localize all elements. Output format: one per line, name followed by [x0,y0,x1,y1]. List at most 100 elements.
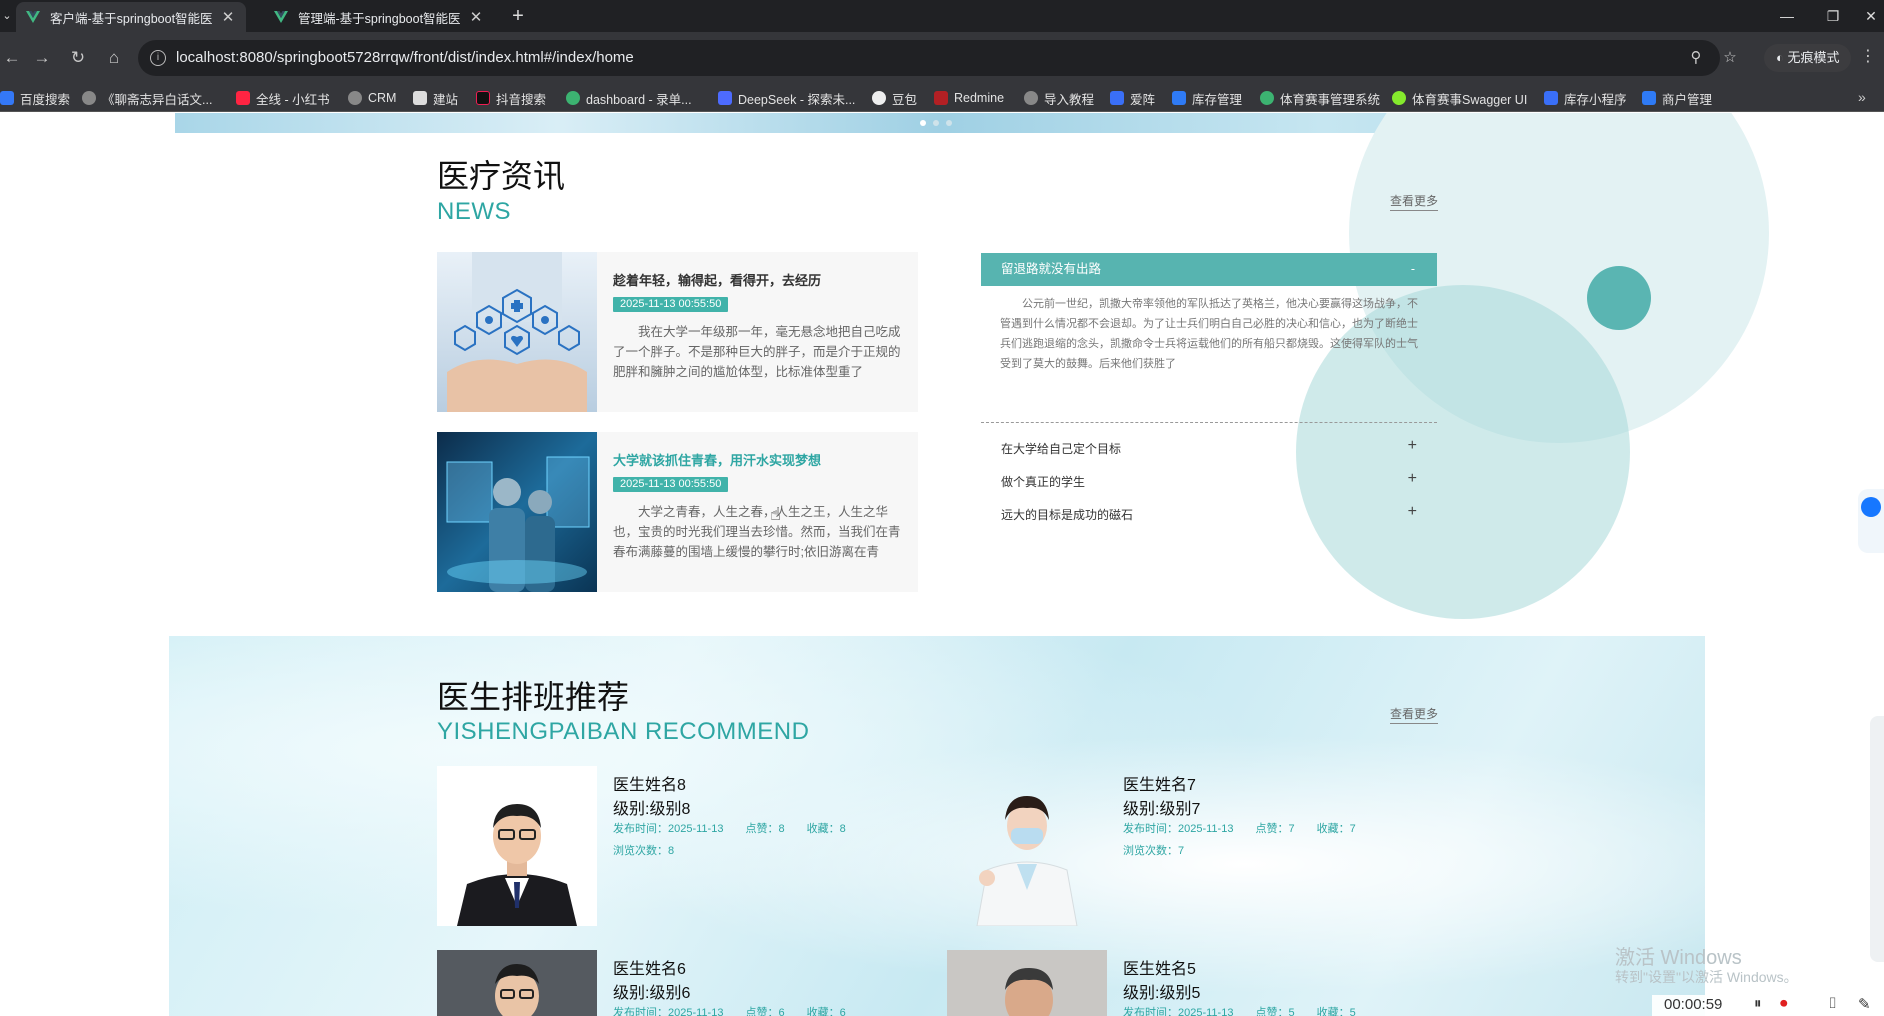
incognito-icon: ◐ [1776,50,1788,65]
back-arrow-icon[interactable]: ← [0,46,24,70]
window-close-button[interactable]: ✕ [1848,0,1884,32]
bookmark-item[interactable]: 体育赛事管理系统 [1260,89,1380,107]
doctor-photo[interactable] [947,950,1107,1016]
address-toolbar: ← → ↻ ⌂ i localhost:8080/springboot5728r… [0,32,1884,84]
carousel-dot[interactable] [946,120,952,126]
news-date-badge: 2025-11-13 00:55:50 [613,297,729,312]
screen-recorder-bar: 00:00:59 ⏸ ⏺ ⌷ ✎ [1652,995,1884,1016]
accordion-item[interactable]: 做个真正的学生 + [1001,470,1417,490]
incognito-indicator[interactable]: ◐ 无痕模式 [1764,44,1852,72]
stop-record-icon[interactable]: ⏺ [1780,995,1788,1012]
doctor-level: 级别:级别5 [1123,985,1201,1002]
doctor-meta: 发布时间：2025-11-13 点赞：7 收藏：7 [1123,823,1356,835]
bookmark-item[interactable]: 爱阵 [1110,89,1155,107]
doctor-photo[interactable] [947,766,1107,926]
close-icon[interactable]: ✕ [468,8,484,26]
divider [981,422,1437,423]
site-info-icon[interactable]: i [150,50,166,66]
floating-chat-widget[interactable] [1858,489,1884,553]
doctor-name[interactable]: 医生姓名5 [1123,955,1196,979]
news-image [437,432,597,592]
doctor-level: 级别:级别6 [613,985,691,1002]
camera-icon[interactable]: ⌷ [1828,995,1837,1012]
expand-plus-icon[interactable]: + [1408,470,1417,488]
news-card[interactable]: 大学就该抓住青春，用汗水实现梦想 2025-11-13 00:55:50 大学之… [437,432,918,592]
carousel-dot[interactable] [920,120,926,126]
bookmark-item[interactable]: 抖音搜索 [476,89,546,107]
accordion-content: 公元前一世纪，凯撒大帝率领他的军队抵达了英格兰，他决心要赢得这场战争，不管遇到什… [1000,298,1418,370]
news-title[interactable]: 大学就该抓住青春，用汗水实现梦想 [613,450,821,469]
news-card[interactable]: 趁着年轻，输得起，看得开，去经历 2025-11-13 00:55:50 我在大… [437,252,918,412]
bookmark-item[interactable]: dashboard - 录单... [566,89,692,107]
decorative-circle [1587,266,1651,330]
bookmark-item[interactable]: 百度搜索 [0,89,70,107]
expand-plus-icon[interactable]: + [1408,503,1417,521]
bookmark-item[interactable]: 库存管理 [1172,89,1242,107]
doctor-section-subtitle: YISHENGPAIBAN RECOMMEND [437,718,810,745]
bookmark-item[interactable]: 导入教程 [1024,89,1094,107]
doctor-name[interactable]: 医生姓名7 [1123,771,1196,795]
doctor-section-background [169,636,1705,1016]
doctor-meta: 发布时间：2025-11-13 点赞：5 收藏：5 [1123,1007,1356,1016]
url-text[interactable]: localhost:8080/springboot5728rrqw/front/… [176,49,634,66]
reload-icon[interactable]: ↻ [66,46,90,70]
bookmark-item[interactable]: 豆包 [872,89,917,107]
news-date-badge: 2025-11-13 00:55:50 [613,477,729,492]
doctor-name[interactable]: 医生姓名6 [613,955,686,979]
minimize-button[interactable]: — [1764,0,1810,32]
accordion-item[interactable]: 远大的目标是成功的磁石 + [1001,503,1417,523]
pause-icon[interactable]: ⏸ [1754,995,1762,1012]
more-menu-icon[interactable]: ⋮ [1860,46,1876,66]
tab-client[interactable]: 客户端-基于springboot智能医 ✕ [16,2,246,32]
accordion-header-open[interactable]: 留退路就没有出路 - [981,253,1437,286]
chat-icon[interactable] [1861,497,1881,517]
zoom-icon[interactable]: ⚲ [1686,48,1706,68]
tab-admin[interactable]: 管理端-基于springboot智能医 ✕ [264,2,494,32]
news-title[interactable]: 趁着年轻，输得起，看得开，去经历 [613,270,821,289]
bookmark-item[interactable]: Redmine [934,89,1004,107]
doctor-level: 级别:级别8 [613,801,691,818]
bookmark-item[interactable]: 《聊斋志异白话文... [82,89,212,107]
new-tab-button[interactable]: + [506,4,530,28]
collapse-toggle-icon[interactable]: - [1411,253,1415,286]
doctor-name[interactable]: 医生姓名8 [613,771,686,795]
bookmarks-overflow-icon[interactable]: » [1858,89,1866,105]
expand-plus-icon[interactable]: + [1408,437,1417,455]
pen-icon[interactable]: ✎ [1858,995,1871,1013]
bookmark-item[interactable]: 体育赛事Swagger UI [1392,89,1527,107]
news-more-link[interactable]: 查看更多 [1390,192,1439,211]
doctor-views: 浏览次数：8 [613,845,675,857]
doctor-photo[interactable] [437,950,597,1016]
doctor-views: 浏览次数：7 [1123,845,1185,857]
doctor-meta: 发布时间：2025-11-13 点赞：6 收藏：6 [613,1007,846,1016]
accordion-item[interactable]: 在大学给自己定个目标 + [1001,437,1417,457]
carousel-dot[interactable] [933,120,939,126]
bookmark-item[interactable]: DeepSeek - 探索未... [718,89,855,107]
bookmark-item[interactable]: 库存小程序 [1544,89,1627,107]
tab-title: 管理端-基于springboot智能医 [298,11,461,26]
bookmark-item[interactable]: 全线 - 小红书 [236,89,330,107]
bookmarks-bar: 百度搜索 《聊斋志异白话文... 全线 - 小红书 CRM 建站 抖音搜索 da… [0,84,1884,112]
tab-title: 客户端-基于springboot智能医 [50,11,213,26]
doctor-photo[interactable] [437,766,597,926]
doctor-meta: 发布时间：2025-11-13 点赞：8 收藏：8 [613,823,846,835]
address-bar[interactable]: i localhost:8080/springboot5728rrqw/fron… [138,40,1737,76]
bookmark-item[interactable]: 建站 [413,89,458,107]
recorder-time: 00:00:59 [1664,996,1723,1013]
tab-search-chevron-icon[interactable]: ⌄ [0,6,14,26]
vue-logo-icon [26,11,40,23]
bookmark-item[interactable]: CRM [348,89,396,107]
forward-arrow-icon[interactable]: → [30,46,54,70]
doctor-more-link[interactable]: 查看更多 [1390,705,1439,724]
floating-side-panel[interactable] [1870,716,1884,962]
home-icon[interactable]: ⌂ [102,46,126,70]
doctor-level: 级别:级别7 [1123,801,1201,818]
bookmark-item[interactable]: 商户管理 [1642,89,1712,107]
windows-activation-subtext: 转到"设置"以激活 Windows。 [1615,969,1798,985]
news-section-subtitle: NEWS [437,198,511,225]
bookmark-star-icon[interactable]: ☆ [1720,48,1740,68]
hand-cursor-icon: ☝ [770,504,781,524]
vue-logo-icon [274,11,288,23]
page-content: 医疗资讯 NEWS 查看更多 趁着年轻，输得起，看得开，去经历 2025-11-… [0,113,1884,1016]
close-icon[interactable]: ✕ [220,8,236,26]
